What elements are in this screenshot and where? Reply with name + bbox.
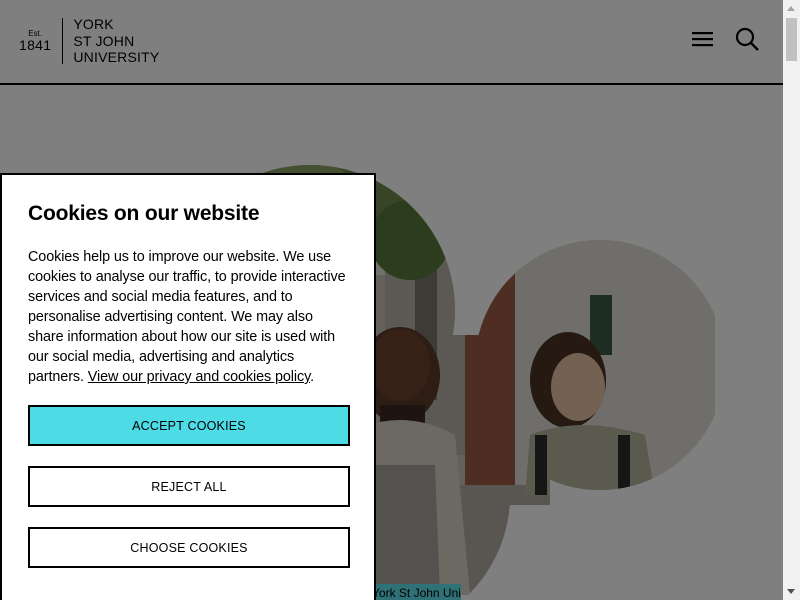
cookie-consent-dialog: Cookies on our website Cookies help us t… bbox=[0, 173, 376, 600]
reject-all-button[interactable]: REJECT ALL bbox=[28, 466, 350, 507]
cookie-dialog-body: Cookies help us to improve our website. … bbox=[28, 247, 352, 387]
cookie-dialog-title: Cookies on our website bbox=[28, 202, 260, 225]
vertical-scrollbar[interactable] bbox=[783, 0, 800, 600]
scroll-down-button[interactable] bbox=[783, 583, 800, 600]
cookie-body-text: Cookies help us to improve our website. … bbox=[28, 249, 346, 385]
accept-cookies-button[interactable]: ACCEPT COOKIES bbox=[28, 405, 350, 446]
choose-cookies-button[interactable]: CHOOSE COOKIES bbox=[28, 527, 350, 568]
scroll-down-arrow-icon bbox=[787, 589, 795, 594]
scroll-up-arrow-icon bbox=[787, 6, 795, 11]
scroll-up-button[interactable] bbox=[783, 0, 800, 17]
privacy-policy-link[interactable]: View our privacy and cookies policy bbox=[88, 369, 310, 385]
scrollbar-thumb[interactable] bbox=[786, 18, 797, 61]
cookie-body-suffix: . bbox=[310, 369, 315, 385]
